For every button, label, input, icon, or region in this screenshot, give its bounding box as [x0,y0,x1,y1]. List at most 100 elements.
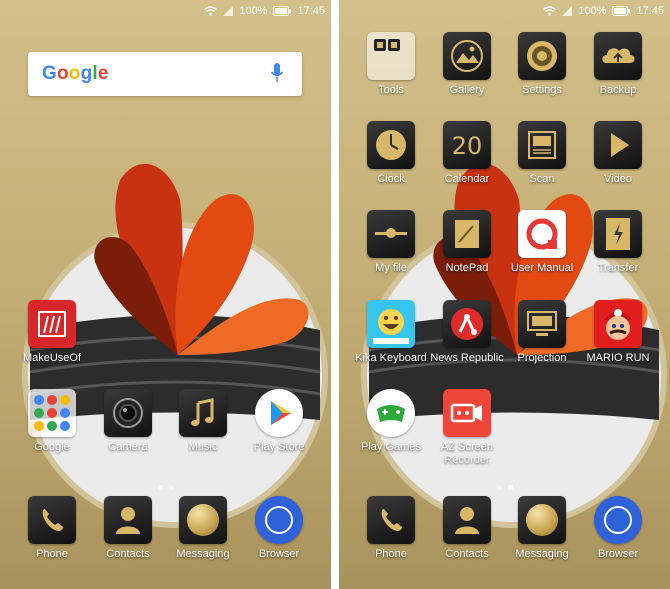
app-label: My file [375,262,407,274]
google-logo-letter: e [97,63,109,84]
status-time: 17:45 [297,5,325,17]
app-mario-run[interactable]: MARIO RUN [578,300,658,365]
google-logo-letter: G [42,63,57,84]
home-screen-left: 100% 17:45 Google MakeUseOf Google Camer… [0,0,331,589]
play-store-icon [255,389,303,437]
gallery-icon [443,32,491,80]
app-label: NotePad [445,262,489,274]
dock-messaging[interactable]: Messaging [163,496,243,561]
projection-icon [518,300,566,348]
google-search-bar[interactable]: Google [28,52,302,96]
app-tools-folder[interactable]: Tools [351,32,431,97]
news-republic-icon [443,300,491,348]
battery-icon [273,6,292,16]
app-play-games[interactable]: Play Games [351,389,431,454]
app-play-store[interactable]: Play Store [239,389,319,454]
makeuseof-icon [28,300,76,348]
app-label: Gallery [449,84,485,96]
app-label: Phone [375,548,407,560]
kika-keyboard-icon [367,300,415,348]
app-camera[interactable]: Camera [88,389,168,454]
app-label: Clock [377,173,405,185]
contacts-icon [104,496,152,544]
app-scan[interactable]: Scan [502,121,582,186]
tools-folder-icon [367,32,415,80]
app-label: Contacts [106,548,150,560]
my-file-icon [367,210,415,258]
google-logo-letter: g [80,63,93,84]
google-logo: Google [42,63,109,85]
app-projection[interactable]: Projection [502,300,582,365]
wifi-icon [543,6,557,16]
app-backup[interactable]: Backup [578,32,658,97]
calendar-date: 20 [451,132,483,160]
app-label: User Manual [510,262,574,274]
phone-icon [367,496,415,544]
app-news-republic[interactable]: News Republic [427,300,507,365]
music-icon [179,389,227,437]
app-kika-keyboard[interactable]: Kika Keyboard [351,300,431,365]
google-folder-icon [28,389,76,437]
app-user-manual[interactable]: User Manual [502,210,582,275]
page-dot [168,485,174,490]
settings-icon [518,32,566,80]
app-video[interactable]: Video [578,121,658,186]
google-logo-letter: o [56,63,69,84]
app-makeuseof[interactable]: MakeUseOf [12,300,92,365]
app-label: Contacts [445,548,489,560]
google-logo-letter: o [68,63,81,84]
app-google-folder[interactable]: Google [12,389,92,454]
dock-browser[interactable]: Browser [578,496,658,561]
app-label: Video [604,173,632,185]
dock-phone[interactable]: Phone [12,496,92,561]
app-az-screen-recorder[interactable]: AZ Screen Recorder [427,389,507,467]
battery-percent: 100% [239,5,268,17]
app-label: Browser [258,548,300,560]
app-music[interactable]: Music [163,389,243,454]
app-notepad[interactable]: NotePad [427,210,507,275]
app-label: MARIO RUN [586,352,650,364]
page-indicator [339,485,670,490]
app-label: Camera [108,441,148,453]
app-label: Kika Keyboard [355,352,427,364]
dock-contacts[interactable]: Contacts [88,496,168,561]
backup-icon [594,32,642,80]
battery-icon [612,6,631,16]
mario-run-icon [594,300,642,348]
app-label: News Republic [430,352,504,364]
mic-icon[interactable] [270,62,284,84]
dock-messaging[interactable]: Messaging [502,496,582,561]
app-gallery[interactable]: Gallery [427,32,507,97]
app-label: Scan [529,173,555,185]
app-label: Settings [522,84,562,96]
app-label: AZ Screen Recorder [441,441,493,466]
page-indicator [0,485,331,490]
signal-icon [562,6,573,16]
app-my-file[interactable]: My file [351,210,431,275]
dock-browser[interactable]: Browser [239,496,319,561]
clock-icon [367,121,415,169]
app-label: Projection [517,352,567,364]
video-icon [594,121,642,169]
app-settings[interactable]: Settings [502,32,582,97]
app-transfer[interactable]: Transfer [578,210,658,275]
page-dot [507,485,513,490]
app-label: Play Games [361,441,421,453]
scan-icon [518,121,566,169]
signal-icon [223,6,234,16]
status-bar: 100% 17:45 [339,0,670,24]
notepad-icon [443,210,491,258]
app-label: Calendar [444,173,490,185]
dock-phone[interactable]: Phone [351,496,431,561]
app-label: Backup [599,84,637,96]
app-label: Music [188,441,218,453]
page-dot [496,485,502,490]
battery-percent: 100% [578,5,607,17]
az-screen-recorder-icon [443,389,491,437]
wifi-icon [204,6,218,16]
app-calendar[interactable]: 20 Calendar [427,121,507,186]
app-clock[interactable]: Clock [351,121,431,186]
dock-contacts[interactable]: Contacts [427,496,507,561]
user-manual-icon [518,210,566,258]
status-bar: 100% 17:45 [0,0,331,24]
